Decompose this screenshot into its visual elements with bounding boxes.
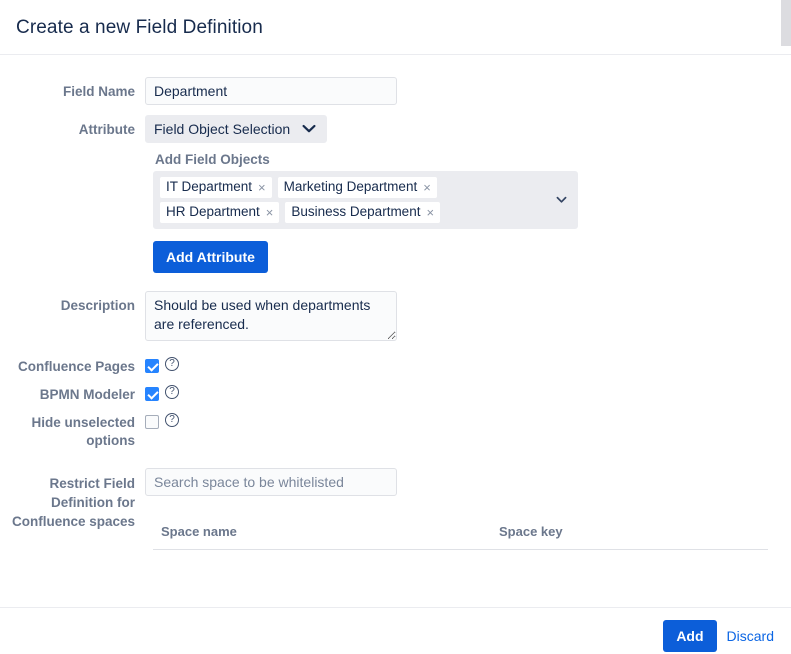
close-icon[interactable]: ×	[258, 181, 266, 194]
page-title: Create a new Field Definition	[16, 17, 263, 38]
space-search-input[interactable]	[145, 468, 397, 496]
tag-label: HR Department	[166, 204, 260, 219]
confluence-pages-checkbox[interactable]	[145, 359, 159, 373]
tag[interactable]: IT Department ×	[160, 177, 272, 198]
whitelisted-spaces-table: Space name Space key	[153, 524, 768, 550]
tag[interactable]: Marketing Department ×	[277, 177, 437, 198]
help-circle-icon[interactable]: ?	[165, 413, 179, 427]
page-header: Create a new Field Definition	[0, 0, 791, 54]
help-circle-icon[interactable]: ?	[165, 357, 179, 371]
footer-divider	[0, 607, 791, 608]
column-space-name: Space name	[153, 524, 491, 550]
description-row: Description	[0, 291, 791, 346]
discard-button[interactable]: Discard	[727, 628, 774, 644]
attribute-select[interactable]: Field Object Selection	[145, 115, 328, 143]
hide-unselected-label: Hide unselected options	[31, 415, 135, 448]
scrollbar-thumb[interactable]	[781, 0, 791, 46]
chevron-down-icon[interactable]	[556, 196, 567, 204]
close-icon[interactable]: ×	[426, 206, 434, 219]
bpmn-modeler-row: BPMN Modeler ?	[0, 384, 791, 404]
tag-list: IT Department × Marketing Department × H…	[160, 177, 549, 223]
tag-label: Business Department	[291, 204, 421, 219]
column-space-key: Space key	[491, 524, 768, 550]
restrict-spaces-label: Restrict Field Definition for Confluence…	[11, 476, 135, 529]
close-icon[interactable]: ×	[266, 206, 274, 219]
tag-label: IT Department	[166, 179, 253, 194]
tag-label: Marketing Department	[283, 179, 418, 194]
hide-unselected-row: Hide unselected options ?	[0, 412, 791, 450]
table-header-row: Space name Space key	[153, 524, 768, 550]
field-name-input[interactable]	[145, 77, 397, 105]
hide-unselected-checkbox[interactable]	[145, 415, 159, 429]
bpmn-modeler-label: BPMN Modeler	[39, 387, 135, 402]
attribute-row: Attribute Field Object Selection Add Fie…	[0, 115, 791, 281]
field-name-label: Field Name	[62, 84, 135, 99]
attribute-label: Attribute	[78, 122, 135, 137]
add-field-objects-label: Add Field Objects	[155, 152, 270, 167]
restrict-spaces-row: Restrict Field Definition for Confluence…	[0, 468, 791, 550]
add-attribute-button[interactable]: Add Attribute	[153, 241, 268, 273]
tag[interactable]: HR Department ×	[160, 202, 280, 223]
description-textarea[interactable]	[145, 291, 397, 341]
footer-actions: Add Discard	[663, 620, 774, 652]
attribute-select-value: Field Object Selection	[154, 121, 291, 137]
help-circle-icon[interactable]: ?	[165, 385, 179, 399]
bpmn-modeler-checkbox[interactable]	[145, 387, 159, 401]
description-label: Description	[60, 298, 135, 313]
field-definition-form: Field Name Attribute Field Object Select…	[0, 55, 791, 550]
add-button[interactable]: Add	[663, 620, 717, 652]
field-name-row: Field Name	[0, 77, 791, 105]
confluence-pages-label: Confluence Pages	[17, 359, 135, 374]
tag[interactable]: Business Department ×	[285, 202, 441, 223]
close-icon[interactable]: ×	[423, 181, 431, 194]
field-objects-multiselect[interactable]: IT Department × Marketing Department × H…	[153, 171, 578, 229]
chevron-down-icon	[302, 124, 316, 134]
confluence-pages-row: Confluence Pages ?	[0, 356, 791, 376]
